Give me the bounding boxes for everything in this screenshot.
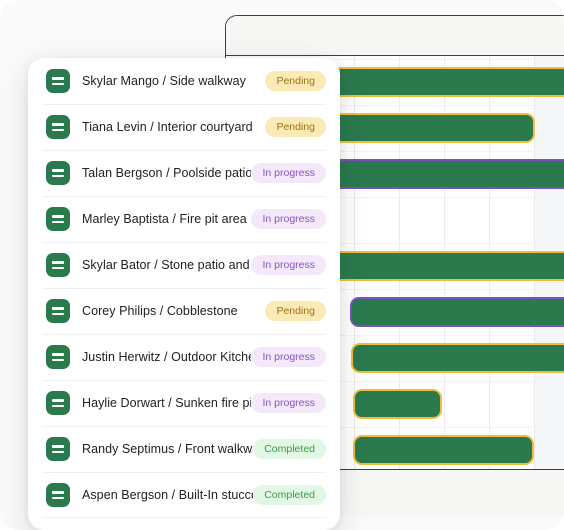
task-label: Aspen Bergson / Built-In stucco b…	[82, 488, 253, 502]
task-row[interactable]: Justin Herwitz / Outdoor Kitchen In progr…	[28, 334, 340, 380]
task-row[interactable]: Corey Philips / Cobblestone Pending	[28, 288, 340, 334]
status-badge: In progress	[251, 392, 326, 414]
task-label: Randy Septimus / Front walkway	[82, 442, 254, 456]
document-icon	[46, 115, 70, 139]
task-label: Skylar Bator / Stone patio and bench	[82, 258, 251, 272]
task-list: Skylar Mango / Side walkway Pending Tiana …	[28, 58, 340, 518]
gantt-bar[interactable]	[331, 251, 564, 281]
status-badge: In progress	[251, 254, 326, 276]
document-icon	[46, 69, 70, 93]
gantt-bar[interactable]	[350, 297, 564, 327]
status-badge: In progress	[251, 346, 326, 368]
task-label: Skylar Mango / Side walkway	[82, 74, 246, 88]
document-icon	[46, 483, 70, 507]
status-badge: Completed	[253, 438, 326, 460]
document-icon	[46, 253, 70, 277]
task-row[interactable]: Talan Bergson / Poolside patio In progres…	[28, 150, 340, 196]
gantt-bar[interactable]	[331, 67, 564, 97]
status-badge: Completed	[253, 484, 326, 506]
task-label: Marley Baptista / Fire pit area and…	[82, 212, 251, 226]
task-row[interactable]: Skylar Bator / Stone patio and benchIn p…	[28, 242, 340, 288]
task-label: Justin Herwitz / Outdoor Kitchen	[82, 350, 252, 364]
status-badge: Pending	[265, 70, 326, 92]
task-row[interactable]: Tiana Levin / Interior courtyard Pending	[28, 104, 340, 150]
document-icon	[46, 391, 70, 415]
gantt-bar[interactable]	[353, 435, 534, 465]
gantt-header	[226, 16, 564, 56]
task-label: Corey Philips / Cobblestone	[82, 304, 238, 318]
task-label: Haylie Dorwart / Sunken fire pit ar…	[82, 396, 251, 410]
status-badge: In progress	[251, 208, 326, 230]
document-icon	[46, 207, 70, 231]
task-label: Tiana Levin / Interior courtyard	[82, 120, 253, 134]
gantt-bar[interactable]	[331, 159, 564, 189]
gantt-shaded-column	[534, 56, 564, 517]
task-list-card[interactable]: Skylar Mango / Side walkway Pending Tiana …	[28, 58, 340, 530]
gantt-bar[interactable]	[353, 389, 442, 419]
status-badge: In progress	[251, 162, 326, 184]
status-badge: Pending	[265, 116, 326, 138]
task-label: Talan Bergson / Poolside patio	[82, 166, 252, 180]
task-row[interactable]: Haylie Dorwart / Sunken fire pit ar…In p…	[28, 380, 340, 426]
document-icon	[46, 345, 70, 369]
document-icon	[46, 299, 70, 323]
task-row[interactable]: Randy Septimus / Front walkway Completed	[28, 426, 340, 472]
gantt-bar[interactable]	[351, 343, 564, 373]
document-icon	[46, 437, 70, 461]
screenshot-stage: Skylar Mango / Side walkway Pending Tiana …	[0, 0, 564, 530]
status-badge: Pending	[265, 300, 326, 322]
task-row[interactable]: Skylar Mango / Side walkway Pending	[28, 58, 340, 104]
task-row[interactable]: Marley Baptista / Fire pit area and…In p…	[28, 196, 340, 242]
gantt-bar[interactable]	[331, 113, 535, 143]
document-icon	[46, 161, 70, 185]
task-row[interactable]: Aspen Bergson / Built-In stucco b…Comple…	[28, 472, 340, 518]
